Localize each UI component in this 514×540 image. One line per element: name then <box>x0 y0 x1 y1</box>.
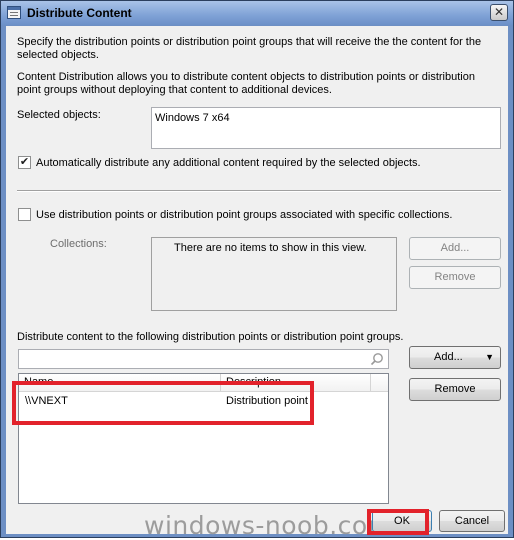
targets-search-input[interactable] <box>18 349 389 369</box>
dialog-body: Specify the distribution points or distr… <box>6 26 508 540</box>
separator <box>17 190 501 192</box>
collections-remove-button[interactable]: Remove <box>409 266 501 289</box>
collections-empty-text: There are no items to show in this view. <box>174 242 367 254</box>
selected-objects-label: Selected objects: <box>17 109 101 121</box>
watermark: windows-noob.com <box>144 511 393 540</box>
auto-distribute-checkbox[interactable]: ✔ <box>18 156 31 169</box>
targets-remove-button[interactable]: Remove <box>409 378 501 401</box>
cancel-button[interactable]: Cancel <box>439 510 505 532</box>
checkmark-icon: ✔ <box>19 156 30 168</box>
collections-list[interactable]: There are no items to show in this view. <box>151 237 397 311</box>
column-header-spacer <box>371 374 388 392</box>
collections-label: Collections: <box>50 238 107 250</box>
collections-option-label: Use distribution points or distribution … <box>36 209 453 221</box>
targets-label: Distribute content to the following dist… <box>17 331 404 343</box>
intro-text-2: Content Distribution allows you to distr… <box>17 71 475 96</box>
close-icon[interactable]: ✕ <box>490 4 508 21</box>
distribute-content-dialog: Distribute Content ✕ Specify the distrib… <box>0 0 514 540</box>
selected-objects-box[interactable]: Windows 7 x64 <box>151 107 501 149</box>
selected-object-value: Windows 7 x64 <box>155 112 230 124</box>
window-title: Distribute Content <box>27 6 132 20</box>
search-icon[interactable] <box>370 352 384 366</box>
collections-option-checkbox[interactable] <box>18 208 31 221</box>
auto-distribute-label: Automatically distribute any additional … <box>36 157 421 169</box>
targets-add-button[interactable]: Add... ▼ <box>409 346 501 369</box>
highlight-box-ok-button <box>367 509 429 535</box>
dropdown-arrow-icon: ▼ <box>485 352 494 362</box>
collections-add-button[interactable]: Add... <box>409 237 501 260</box>
title-bar[interactable]: Distribute Content ✕ <box>1 1 513 25</box>
highlight-box-target-row <box>12 381 314 425</box>
window-icon <box>7 6 21 19</box>
intro-text-1: Specify the distribution points or distr… <box>17 36 482 61</box>
